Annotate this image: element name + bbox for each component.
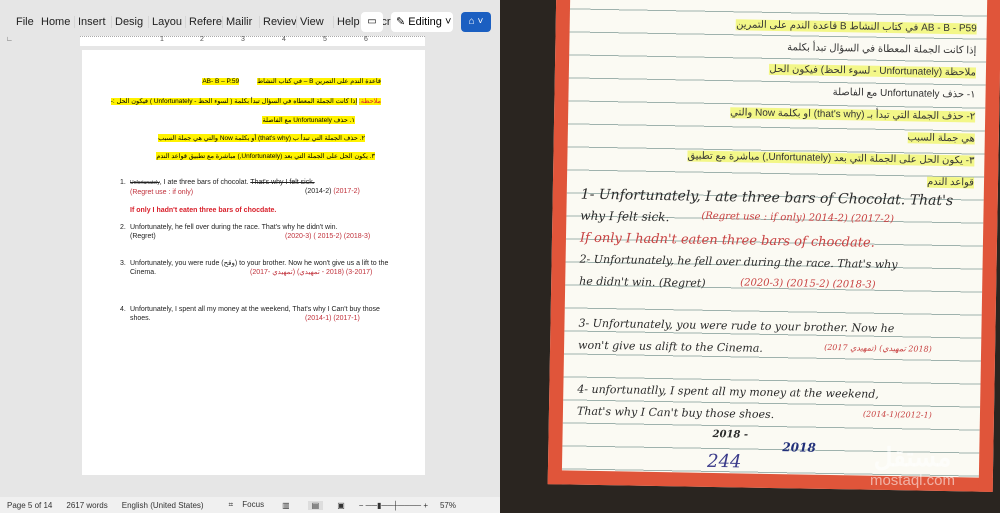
exam-years: (2014-1) (2017-1) [305, 315, 360, 322]
rule-2: ٢. حذف الجملة التي تبدأ ب (that's why) أ… [158, 134, 365, 142]
handwritten-line: ٣- يكون الحل على الجملة التي بعد (Unfort… [687, 150, 975, 167]
focus-label: Focus [242, 500, 265, 509]
web-layout-icon[interactable]: ▣ [337, 501, 345, 510]
read-mode-icon[interactable]: ▥ [282, 501, 290, 510]
handwritten-line: إذا كانت الجملة المعطاة في السؤال تبدأ ب… [787, 42, 977, 57]
rule-3: ٣. يكون الحل على الجملة التي بعد (Unfort… [156, 152, 375, 160]
question-number: 4. [120, 306, 126, 313]
tab-home[interactable]: Home [38, 16, 75, 28]
tab-design[interactable]: Desig [112, 16, 149, 28]
share-button[interactable]: ⌂ ˅ [461, 12, 491, 32]
word-count[interactable]: 2617 words [66, 501, 107, 510]
handwritten-line: 4- unfortunatlly, I spent all my money a… [577, 382, 879, 401]
question-4: 4. Unfortunately, I spent all my money a… [120, 305, 390, 323]
tab-references[interactable]: Refere [186, 16, 223, 28]
handwritten-line: 244 [706, 450, 742, 473]
document-page[interactable]: قاعدة الندم على التمرين B – في كتاب النش… [82, 50, 425, 475]
tab-view[interactable]: View [297, 16, 334, 28]
language-indicator[interactable]: English (United States) [122, 501, 204, 510]
status-bar: Page 5 of 14 2617 words English (United … [0, 497, 500, 513]
handwritten-line: That's why I Can't buy those shoes. [576, 404, 775, 422]
ruler-tick: 1 [160, 36, 164, 43]
handwritten-line: 1- Unfortunately, I ate three bars of Ch… [580, 186, 954, 210]
handwritten-line: why I felt sick. [580, 208, 670, 225]
tab-review[interactable]: Reviev [260, 16, 297, 28]
question-1: 1. Unfortunately, I ate three bars of ch… [120, 178, 390, 215]
tab-insert[interactable]: Insert [75, 16, 112, 28]
handwritten-line: 2018 [782, 440, 816, 455]
struck-text: Unfortunately [130, 180, 160, 186]
exam-years: (2014-2) [305, 188, 332, 195]
watermark: مستقل mostaql.com [869, 442, 955, 493]
share-icon: ⌂ ˅ [468, 16, 484, 27]
zoom-level[interactable]: 57% [440, 501, 456, 510]
handwritten-line: he didn't win. (Regret) [579, 274, 706, 290]
tab-mailings[interactable]: Mailir [223, 16, 260, 28]
handwritten-line: (Regret use : if only) 2014-2) (2017-2) [701, 210, 895, 226]
tab-selector-icon[interactable]: ∟ [6, 36, 13, 43]
handwritten-line: هي جملة السبب [907, 132, 975, 145]
question-number: 2. [120, 224, 126, 231]
handwritten-line: ٢- حذف الجملة التي تبدأ بـ (that's why) … [730, 107, 976, 123]
note-label: ملاحظة: [358, 98, 381, 105]
focus-icon: ⌗ [228, 500, 236, 509]
handwritten-line: won't give us alift to the Cinema. [578, 338, 763, 355]
handwritten-line: 2018 - [712, 428, 749, 441]
handwritten-line: قواعد الندم [926, 176, 975, 189]
question-text: Unfortunately, he fell over during the r… [130, 224, 338, 231]
page-count[interactable]: Page 5 of 14 [7, 501, 52, 510]
handwritten-line: 2- Unfortunately, he fell over during th… [579, 252, 898, 272]
ruler-tick: 5 [323, 36, 327, 43]
question-2: 2. Unfortunately, he fell over during th… [120, 223, 390, 241]
heading-arabic: قاعدة الندم على التمرين B – في كتاب النش… [257, 78, 381, 85]
tab-file[interactable]: File [0, 16, 38, 28]
note-line: ملاحظة: إذا كانت الجملة المعطاه في السؤا… [110, 97, 381, 105]
struck-text: That's why I felt sick. [250, 179, 315, 186]
question-number: 3. [120, 260, 126, 267]
ruler-tick: 2 [200, 36, 204, 43]
ruler-tick: 6 [364, 36, 368, 43]
handwritten-line: If only I hadn't eaten three bars of cho… [579, 230, 875, 251]
watermark-url: mostaql.com [869, 472, 955, 489]
handwritten-line: 3- Unfortunately, you were rude to your … [578, 316, 895, 336]
handwritten-line: AB - B - P59 في كتاب النشاط B قاعدة الند… [736, 19, 977, 35]
print-layout-icon[interactable]: ▤ [307, 500, 324, 510]
zoom-slider[interactable]: − ──▮──┼──── + [359, 501, 428, 510]
handwritten-line: ملاحظة (Unfortunately - لسوء الحظ) فيكون… [769, 63, 977, 79]
question-hint: (Regret) [130, 233, 156, 240]
ruler-tick: 4 [282, 36, 286, 43]
question-hint: (Regret use : if only) [130, 189, 194, 196]
exam-years: (2017- تمهيدي) (2018 - تمهيدي) (2017-3) [250, 269, 373, 276]
handwritten-line: (2020-3) (2015-2) (2018-3) [740, 277, 876, 291]
question-text: , I ate three bars of chocolat. [159, 179, 251, 186]
notebook-photo: AB - B - P59 في كتاب النشاط B قاعدة الند… [500, 0, 1000, 513]
document-area[interactable]: قاعدة الندم على التمرين B – في كتاب النش… [0, 50, 500, 497]
focus-button[interactable]: ⌗ Focus [222, 500, 265, 510]
tab-layout[interactable]: Layou [149, 16, 186, 28]
question-number: 1. [120, 179, 126, 186]
ruler-strip [80, 36, 425, 46]
handwritten-line: (2017 تمهيدي) (2018 تمهيدي) [824, 342, 932, 354]
exam-years: (2020-3) ( 2015-2) (2018-3) [285, 233, 371, 240]
ruler-tick: 3 [241, 36, 245, 43]
watermark-logo: مستقل [873, 442, 952, 472]
heading-reference: AB- B – P.59 [202, 78, 240, 85]
exam-years: (2017-2) [333, 188, 360, 195]
word-window: File Home Insert Desig Layou Refere Mail… [0, 0, 500, 513]
handwritten-line: (2014-1)(2012-1) [862, 409, 932, 420]
editing-label: Editing [408, 16, 442, 28]
question-3: 3. Unfortunately, you were rude (وقح) to… [120, 259, 390, 277]
horizontal-ruler[interactable]: ∟ 1 2 3 4 5 6 [0, 34, 500, 48]
comment-icon: ▭ [367, 16, 377, 27]
answer-text: If only I hadn't eaten three bars of cho… [130, 207, 277, 214]
editing-mode-button[interactable]: ✎ Editing ˅ [391, 12, 453, 32]
handwritten-line: ١- حذف Unfortunately مع الفاصلة [832, 86, 976, 101]
note-text: إذا كانت الجملة المعطاه في السؤال تبدأ ب… [110, 98, 358, 105]
heading-line: قاعدة الندم على التمرين B – في كتاب النش… [202, 77, 381, 85]
comments-button[interactable]: ▭ [361, 12, 383, 32]
rule-1: ١. حذف Unfortunately مع الفاصلة [262, 116, 355, 124]
notebook-page: AB - B - P59 في كتاب النشاط B قاعدة الند… [547, 0, 1000, 492]
pencil-icon: ✎ [396, 16, 409, 28]
